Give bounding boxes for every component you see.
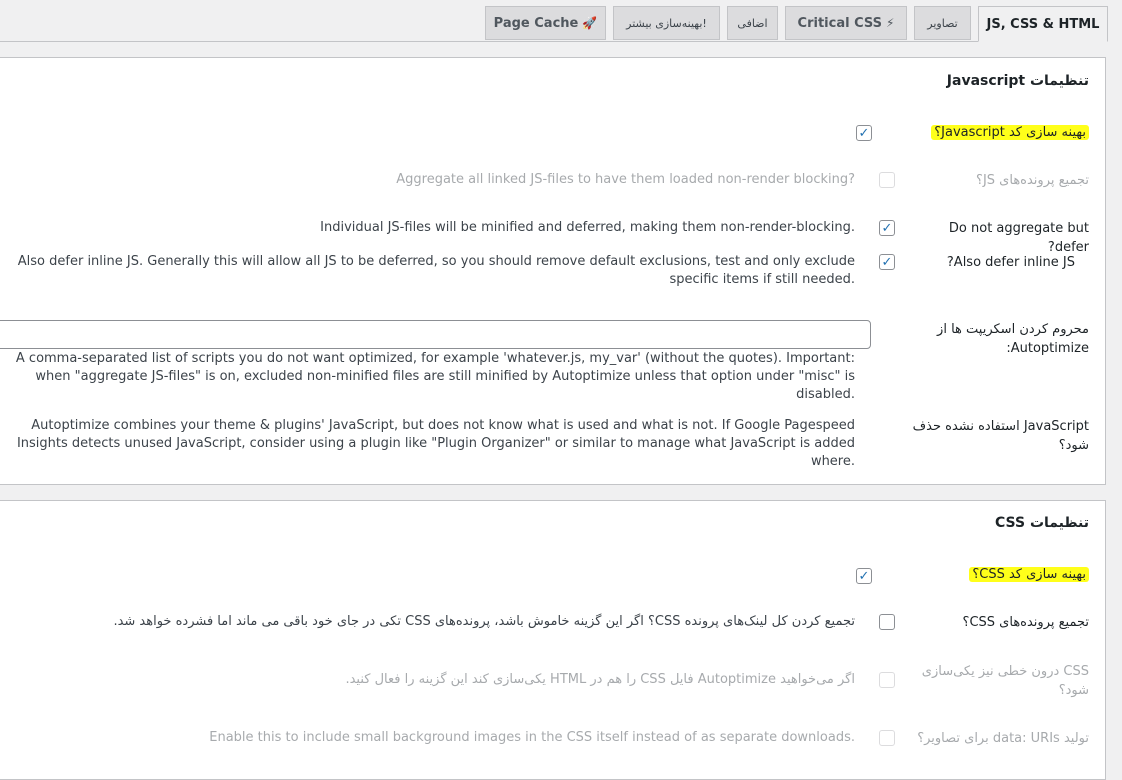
defer-inline-label: Also defer inline JS? — [946, 255, 1075, 270]
check-icon: ✓ — [881, 220, 893, 236]
lightning-icon: ⚡ — [886, 16, 895, 30]
aggregate-css-checkbox[interactable] — [879, 614, 895, 630]
defer-inline-checkbox[interactable]: ✓ — [879, 254, 895, 270]
defer-label: Do not aggregate but defer? — [948, 221, 1089, 255]
aggregate-js-label: تجمیع پرونده‌های JS؟ — [976, 173, 1089, 188]
check-icon: ✓ — [881, 254, 893, 270]
js-settings-panel: تنظیمات Javascript بهینه سازی کد Javascr… — [0, 57, 1106, 485]
tab-critical-css[interactable]: Critical CSS ⚡ — [785, 6, 907, 40]
aggregate-js-checkbox[interactable] — [879, 172, 895, 188]
css-panel-title: تنظیمات CSS — [995, 515, 1089, 531]
rocket-icon: 🚀 — [582, 16, 598, 30]
optimize-js-checkbox[interactable]: ✓ — [856, 125, 872, 141]
tab-more-optimization[interactable]: بهینه‌سازی بیشتر! — [613, 6, 720, 40]
unused-js-label: JavaScript استفاده نشده حذف شود؟ — [912, 419, 1089, 453]
settings-tabs: JS, CSS & HTML تصاویر Critical CSS ⚡ اضاف… — [0, 0, 1122, 42]
aggregate-css-desc: تجمیع کردن کل لینک‌های پرونده CSS؟ اگر ا… — [113, 614, 855, 629]
css-settings-panel: تنظیمات CSS بهینه سازی کد CSS؟ ✓ تجمیع پ… — [0, 500, 1106, 780]
exclude-scripts-label: محروم کردن اسکریپت ها از Autoptimize: — [937, 322, 1089, 356]
check-icon: ✓ — [858, 568, 870, 584]
js-panel-title: تنظیمات Javascript — [946, 73, 1089, 89]
inline-css-checkbox[interactable] — [879, 672, 895, 688]
defer-checkbox[interactable]: ✓ — [879, 220, 895, 236]
optimize-css-label: بهینه سازی کد CSS؟ — [909, 565, 1089, 584]
aggregate-css-label: تجمیع پرونده‌های CSS؟ — [962, 615, 1089, 630]
tab-images[interactable]: تصاویر — [914, 6, 971, 40]
inline-css-label: CSS درون خطی نیز یکی‌سازی شود؟ — [921, 664, 1089, 698]
unused-js-desc: Autoptimize combines your theme & plugin… — [16, 418, 855, 469]
check-icon: ✓ — [858, 125, 870, 141]
exclude-scripts-desc: A comma-separated list of scripts you do… — [15, 351, 855, 402]
defer-inline-desc: Also defer inline JS. Generally this wil… — [17, 254, 855, 287]
tabs-baseline — [0, 41, 1108, 42]
data-uris-checkbox[interactable] — [879, 730, 895, 746]
inline-css-desc: اگر می‌خواهید Autoptimize فایل CSS را هم… — [345, 672, 855, 687]
data-uris-desc: Enable this to include small background … — [209, 730, 855, 745]
aggregate-js-desc: Aggregate all linked JS-files to have th… — [396, 172, 855, 187]
optimize-js-label: بهینه سازی کد Javascript؟ — [909, 123, 1089, 142]
tab-page-cache[interactable]: Page Cache 🚀 — [485, 6, 606, 40]
data-uris-label: تولید data: URIs برای تصاویر؟ — [917, 731, 1089, 746]
tab-extra[interactable]: اضافی — [727, 6, 778, 40]
tab-js-css-html[interactable]: JS, CSS & HTML — [978, 6, 1108, 42]
optimize-css-checkbox[interactable]: ✓ — [856, 568, 872, 584]
exclude-scripts-input[interactable] — [0, 320, 871, 349]
defer-desc: Individual JS-files will be minified and… — [320, 220, 855, 235]
